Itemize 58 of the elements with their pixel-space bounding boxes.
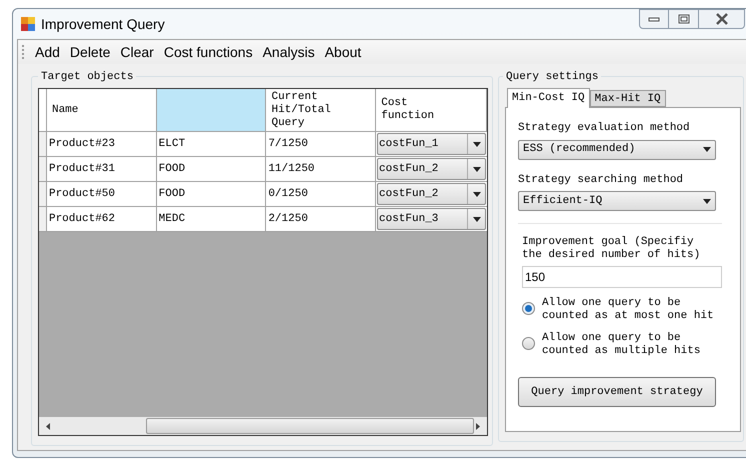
table-cell: FOOD <box>156 157 266 181</box>
row-header[interactable] <box>39 182 47 206</box>
row-header[interactable] <box>39 207 47 231</box>
close-button[interactable] <box>699 9 745 29</box>
menu-item[interactable]: Cost functions <box>164 42 253 62</box>
cost-function-dropdown[interactable]: costFun_2 <box>377 183 486 205</box>
caret-icon <box>472 216 480 222</box>
table-cell: Product#23 <box>46 132 157 156</box>
radio-button[interactable] <box>522 337 535 350</box>
caret-icon <box>472 166 480 172</box>
dropdown[interactable]: Efficient-IQ <box>518 191 716 211</box>
scroll-thumb[interactable] <box>146 418 474 434</box>
table-cell: 2/1250 <box>266 207 376 231</box>
tab[interactable]: Min-Cost IQ <box>507 88 590 108</box>
table-cell: 7/1250 <box>266 132 376 156</box>
caret-icon <box>472 192 480 196</box>
menu-item[interactable]: Clear <box>120 42 154 62</box>
maximize-button[interactable] <box>669 9 699 29</box>
radio-label: Allow one query to be counted as multiple hits <box>542 332 702 358</box>
radio-button[interactable] <box>522 302 535 315</box>
window-title: Improvement Query <box>41 14 165 34</box>
table-cell: MEDC <box>156 207 266 231</box>
menu-item[interactable]: Add <box>35 42 60 62</box>
table-cell: 0/1250 <box>266 182 376 206</box>
scroll-right-icon <box>476 422 480 430</box>
caret-icon <box>703 147 711 152</box>
menu-item[interactable]: About <box>324 42 362 62</box>
grip-icon <box>22 44 25 60</box>
tab[interactable]: Max-Hit IQ <box>590 90 666 107</box>
horizontal-scrollbar[interactable] <box>39 417 487 435</box>
table-cell: Product#50 <box>46 182 157 206</box>
close-icon <box>714 13 728 25</box>
table-cell: FOOD <box>156 182 266 206</box>
table-cell: 11/1250 <box>266 157 376 181</box>
table-cell: Product#62 <box>46 207 157 231</box>
field-label: Improvement goal (Specifiy the desired number of hits) <box>521 236 702 262</box>
table-cell: ELCT <box>156 132 266 156</box>
cost-function-dropdown[interactable]: costFun_1 <box>377 133 486 155</box>
field-label: Strategy evaluation method <box>518 121 691 136</box>
scroll-left-icon <box>46 422 50 430</box>
field-label: Strategy searching method <box>518 172 684 188</box>
row-header[interactable] <box>39 132 47 156</box>
cost-function-dropdown[interactable]: costFun_2 <box>377 158 486 180</box>
cost-function-dropdown[interactable]: costFun_3 <box>377 208 486 230</box>
maximize-icon <box>678 14 690 24</box>
menu-item[interactable]: Delete <box>70 42 110 62</box>
minimize-button[interactable] <box>639 9 669 29</box>
query-improvement-button[interactable]: Query improvement strategy <box>518 377 716 407</box>
menu-item[interactable]: Analysis <box>262 42 315 62</box>
row-header[interactable] <box>39 157 47 181</box>
caret-icon <box>703 198 711 204</box>
caret-icon <box>472 142 480 146</box>
app-icon <box>21 17 35 31</box>
input-field[interactable]: 150 <box>522 266 722 288</box>
radio-label: Allow one query to be counted as at most one hit <box>542 297 715 323</box>
minimize-icon <box>648 16 660 22</box>
table-cell: Product#31 <box>46 157 157 181</box>
dropdown[interactable]: ESS (recommended) <box>518 140 716 160</box>
